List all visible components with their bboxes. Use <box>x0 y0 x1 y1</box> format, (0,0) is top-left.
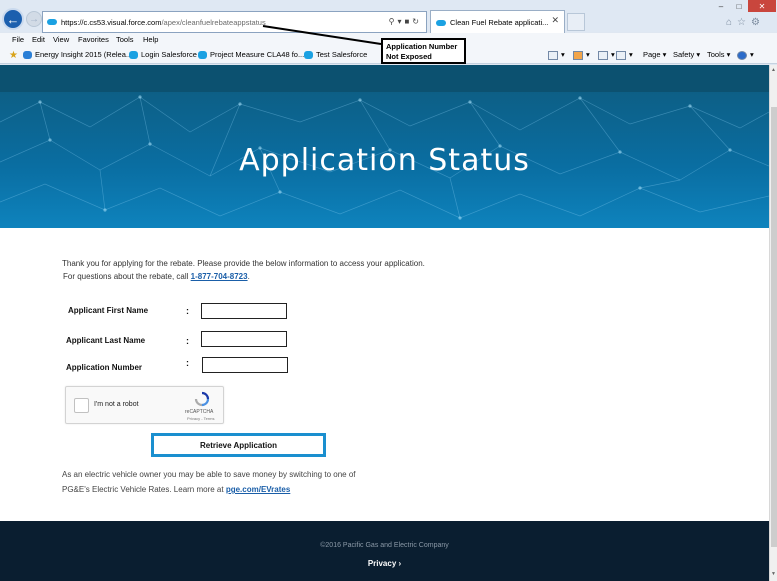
vertical-scrollbar[interactable]: ▲ ▼ <box>769 65 777 581</box>
last-name-label: Applicant Last Name <box>66 336 146 345</box>
menu-tools[interactable]: Tools <box>116 35 134 44</box>
first-name-colon: : <box>186 306 189 316</box>
privacy-link[interactable]: Privacy › <box>0 559 769 568</box>
address-bar[interactable]: https://c.cs53.visual.force.com/apex/cle… <box>42 11 427 33</box>
salesforce-cloud-icon <box>436 19 446 26</box>
hero-banner: Application Status <box>0 92 769 228</box>
tab-title: Clean Fuel Rebate applicati... <box>450 18 549 27</box>
recaptcha-widget: I'm not a robot reCAPTCHA Privacy - Term… <box>65 386 224 424</box>
menu-edit[interactable]: Edit <box>32 35 45 44</box>
home-command-icon[interactable]: ▾ <box>548 50 565 60</box>
new-tab-button[interactable] <box>567 13 585 31</box>
scrollbar-thumb[interactable] <box>771 107 777 547</box>
recaptcha-checkbox[interactable] <box>74 398 89 413</box>
mail-command-icon[interactable]: ▾ <box>598 50 615 60</box>
tab-clean-fuel-rebate[interactable]: Clean Fuel Rebate applicati... ✕ <box>430 10 565 34</box>
call-suffix: . <box>247 272 250 281</box>
callout-box: Application Number Not Exposed <box>381 38 466 64</box>
favorite-label: Energy Insight 2015 (Relea... <box>35 50 133 59</box>
favorite-label: Project Measure CLA48 fo... <box>210 50 305 59</box>
intro-line-2: For questions about the rebate, call 1-8… <box>62 270 425 283</box>
call-prefix: For questions about the rebate, call <box>63 272 191 281</box>
menu-file[interactable]: File <box>12 35 24 44</box>
menu-view[interactable]: View <box>53 35 69 44</box>
intro-text: Thank you for applying for the rebate. P… <box>62 257 425 283</box>
scroll-up-icon[interactable]: ▲ <box>770 67 777 75</box>
recaptcha-terms[interactable]: Privacy - Terms <box>187 416 214 421</box>
salesforce-cloud-icon <box>198 50 207 59</box>
close-window-button[interactable]: ✕ <box>748 0 776 12</box>
home-star-gear-icons[interactable]: ⌂☆⚙ <box>726 17 765 28</box>
favorites-star-icon[interactable]: ★ <box>9 50 21 61</box>
ev-line-2-prefix: PG&E's Electric Vehicle Rates. Learn mor… <box>62 485 226 494</box>
intro-line-1: Thank you for applying for the rebate. P… <box>62 259 425 268</box>
page-title: Application Status <box>239 143 530 178</box>
first-name-label: Applicant First Name <box>68 306 149 315</box>
back-button[interactable]: ← <box>2 8 24 30</box>
browser-window: ← → https://c.cs53.visual.force.com/apex… <box>0 0 777 581</box>
scroll-down-icon[interactable]: ▼ <box>770 571 777 579</box>
address-actions-icon[interactable]: ⚲▾■↻ <box>389 17 422 26</box>
address-host: https://c.cs53.visual.force.com <box>61 17 162 27</box>
phone-link[interactable]: 1-877-704-8723 <box>191 272 248 281</box>
safety-menu[interactable]: Safety ▾ <box>673 50 700 59</box>
favorite-energy-insight[interactable]: Energy Insight 2015 (Relea... <box>23 50 132 59</box>
safety-menu-label: Safety <box>673 50 695 59</box>
ev-line-1: As an electric vehicle owner you may be … <box>62 470 356 479</box>
salesforce-cloud-icon <box>47 19 57 25</box>
top-band <box>0 65 769 92</box>
salesforce-cloud-icon <box>129 50 138 59</box>
copyright-text: ©2016 Pacific Gas and Electric Company <box>320 542 449 549</box>
close-tab-icon[interactable]: ✕ <box>551 15 559 26</box>
favorite-project-measure[interactable]: Project Measure CLA48 fo... <box>198 50 304 59</box>
salesforce-cloud-icon <box>304 50 313 59</box>
help-command-icon[interactable]: ▾ <box>737 50 754 60</box>
print-command-icon[interactable]: ▾ <box>616 50 633 60</box>
ev-rates-link[interactable]: pge.com/EVrates <box>226 485 290 494</box>
recaptcha-logo-icon <box>194 391 210 407</box>
tools-menu-label: Tools <box>707 50 725 59</box>
favorite-login-salesforce[interactable]: Login Salesforce <box>129 50 197 59</box>
callout-line-2: Not Exposed <box>386 52 432 61</box>
first-name-input[interactable] <box>201 303 287 319</box>
page-menu-label: Page <box>643 50 661 59</box>
favorite-test-salesforce[interactable]: Test Salesforce <box>304 50 367 59</box>
browser-titlebar: ← → https://c.cs53.visual.force.com/apex… <box>0 0 777 34</box>
application-number-label: Application Number <box>66 363 143 372</box>
menu-help[interactable]: Help <box>143 35 158 44</box>
recaptcha-label: I'm not a robot <box>94 401 139 408</box>
menu-favorites[interactable]: Favorites <box>78 35 109 44</box>
page-content: Application Status Thank you for applyin… <box>0 65 769 581</box>
recaptcha-brand: reCAPTCHA <box>185 409 214 415</box>
tools-menu[interactable]: Tools ▾ <box>707 50 730 59</box>
last-name-input[interactable] <box>201 331 287 347</box>
callout-line-1: Application Number <box>386 42 458 51</box>
ev-line-2: PG&E's Electric Vehicle Rates. Learn mor… <box>62 482 356 497</box>
page-menu[interactable]: Page ▾ <box>643 50 666 59</box>
forward-arrow-icon: → <box>29 13 39 25</box>
application-number-colon: : <box>186 358 189 368</box>
back-arrow-icon: ← <box>6 11 20 27</box>
energy-insight-icon <box>23 50 32 59</box>
footer: ©2016 Pacific Gas and Electric Company P… <box>0 521 769 581</box>
ev-rates-text: As an electric vehicle owner you may be … <box>62 467 356 497</box>
minimize-button[interactable]: – <box>712 0 730 12</box>
forward-button[interactable]: → <box>26 11 42 27</box>
retrieve-application-button[interactable]: Retrieve Application <box>151 433 326 457</box>
maximize-button[interactable]: □ <box>730 0 748 12</box>
address-path: /apex/cleanfuelrebateappstatus <box>161 17 266 27</box>
last-name-colon: : <box>186 336 189 346</box>
feeds-command-icon[interactable]: ▾ <box>573 50 590 60</box>
favorite-label: Login Salesforce <box>141 50 197 59</box>
favorite-label: Test Salesforce <box>316 50 368 59</box>
application-number-input[interactable] <box>202 357 288 373</box>
